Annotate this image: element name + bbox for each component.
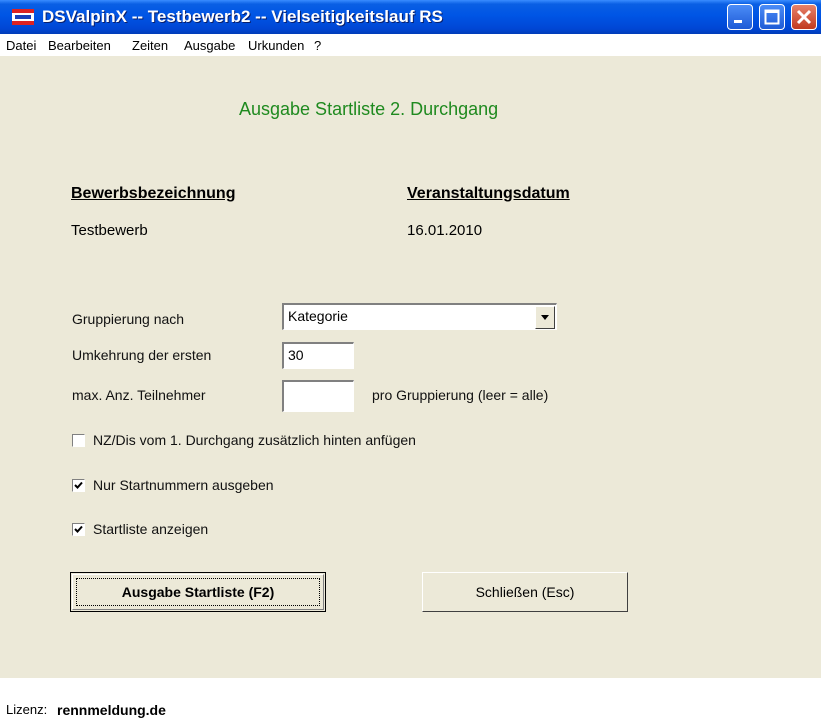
dropdown-button[interactable] xyxy=(535,306,555,329)
date-heading: Veranstaltungsdatum xyxy=(407,185,570,202)
menu-ausgabe[interactable]: Ausgabe xyxy=(184,38,235,53)
form-title: Ausgabe Startliste 2. Durchgang xyxy=(239,99,499,119)
menu-bar: Datei Bearbeiten Zeiten Ausgabe Urkunden… xyxy=(0,34,821,56)
app-window: DSValpinX -- Testbewerb2 -- Vielseitigke… xyxy=(0,0,821,719)
menu-datei[interactable]: Datei xyxy=(6,38,36,53)
license-label: Lizenz: xyxy=(6,702,48,717)
grouping-label: Gruppierung nach xyxy=(72,311,185,327)
checkmark-icon xyxy=(74,481,83,489)
reverse-label: Umkehrung der ersten xyxy=(72,347,212,363)
status-bar: Lizenz: rennmeldung.de xyxy=(0,678,821,719)
menu-help[interactable]: ? xyxy=(314,38,321,53)
checkmark-icon xyxy=(74,525,83,533)
competition-value: Testbewerb xyxy=(71,222,148,239)
max-participants-label: max. Anz. Teilnehmer xyxy=(72,387,206,403)
form-area: Ausgabe Startliste 2. Durchgang Bewerbsb… xyxy=(14,56,821,678)
maximize-icon xyxy=(764,9,780,25)
max-participants-input[interactable] xyxy=(282,380,354,412)
grouping-dropdown[interactable]: Kategorie xyxy=(282,303,557,330)
minimize-icon xyxy=(734,20,742,23)
chevron-down-icon xyxy=(541,315,549,320)
license-value: rennmeldung.de xyxy=(57,702,166,718)
menu-urkunden[interactable]: Urkunden xyxy=(248,38,304,53)
output-startlist-button[interactable]: Ausgabe Startliste (F2) xyxy=(70,572,326,612)
checkbox-append-nz-dis-label[interactable]: NZ/Dis vom 1. Durchgang zusätzlich hinte… xyxy=(93,432,416,448)
title-bar[interactable]: DSValpinX -- Testbewerb2 -- Vielseitigke… xyxy=(0,0,821,34)
checkbox-only-start-numbers-label[interactable]: Nur Startnummern ausgeben xyxy=(93,477,274,493)
menu-zeiten[interactable]: Zeiten xyxy=(132,38,168,53)
close-button-label: Schließen (Esc) xyxy=(475,584,575,600)
date-value: 16.01.2010 xyxy=(407,222,483,239)
output-startlist-label: Ausgabe Startliste (F2) xyxy=(121,584,275,600)
minimize-button[interactable] xyxy=(727,4,753,30)
checkbox-only-start-numbers[interactable] xyxy=(72,479,85,492)
maximize-button[interactable] xyxy=(759,4,785,30)
close-icon xyxy=(796,9,812,25)
close-window-button[interactable] xyxy=(791,4,817,30)
reverse-value: 30 xyxy=(288,347,304,363)
max-participants-suffix: pro Gruppierung (leer = alle) xyxy=(372,387,549,403)
grouping-value: Kategorie xyxy=(288,308,348,324)
app-icon xyxy=(12,9,34,25)
checkbox-show-startlist-label[interactable]: Startliste anzeigen xyxy=(93,521,208,537)
window-title: DSValpinX -- Testbewerb2 -- Vielseitigke… xyxy=(42,7,443,26)
close-button[interactable]: Schließen (Esc) xyxy=(422,572,628,612)
reverse-input[interactable]: 30 xyxy=(282,342,354,369)
checkbox-show-startlist[interactable] xyxy=(72,523,85,536)
menu-bearbeiten[interactable]: Bearbeiten xyxy=(48,38,111,53)
competition-heading: Bewerbsbezeichnung xyxy=(71,185,236,202)
checkbox-append-nz-dis[interactable] xyxy=(72,434,85,447)
